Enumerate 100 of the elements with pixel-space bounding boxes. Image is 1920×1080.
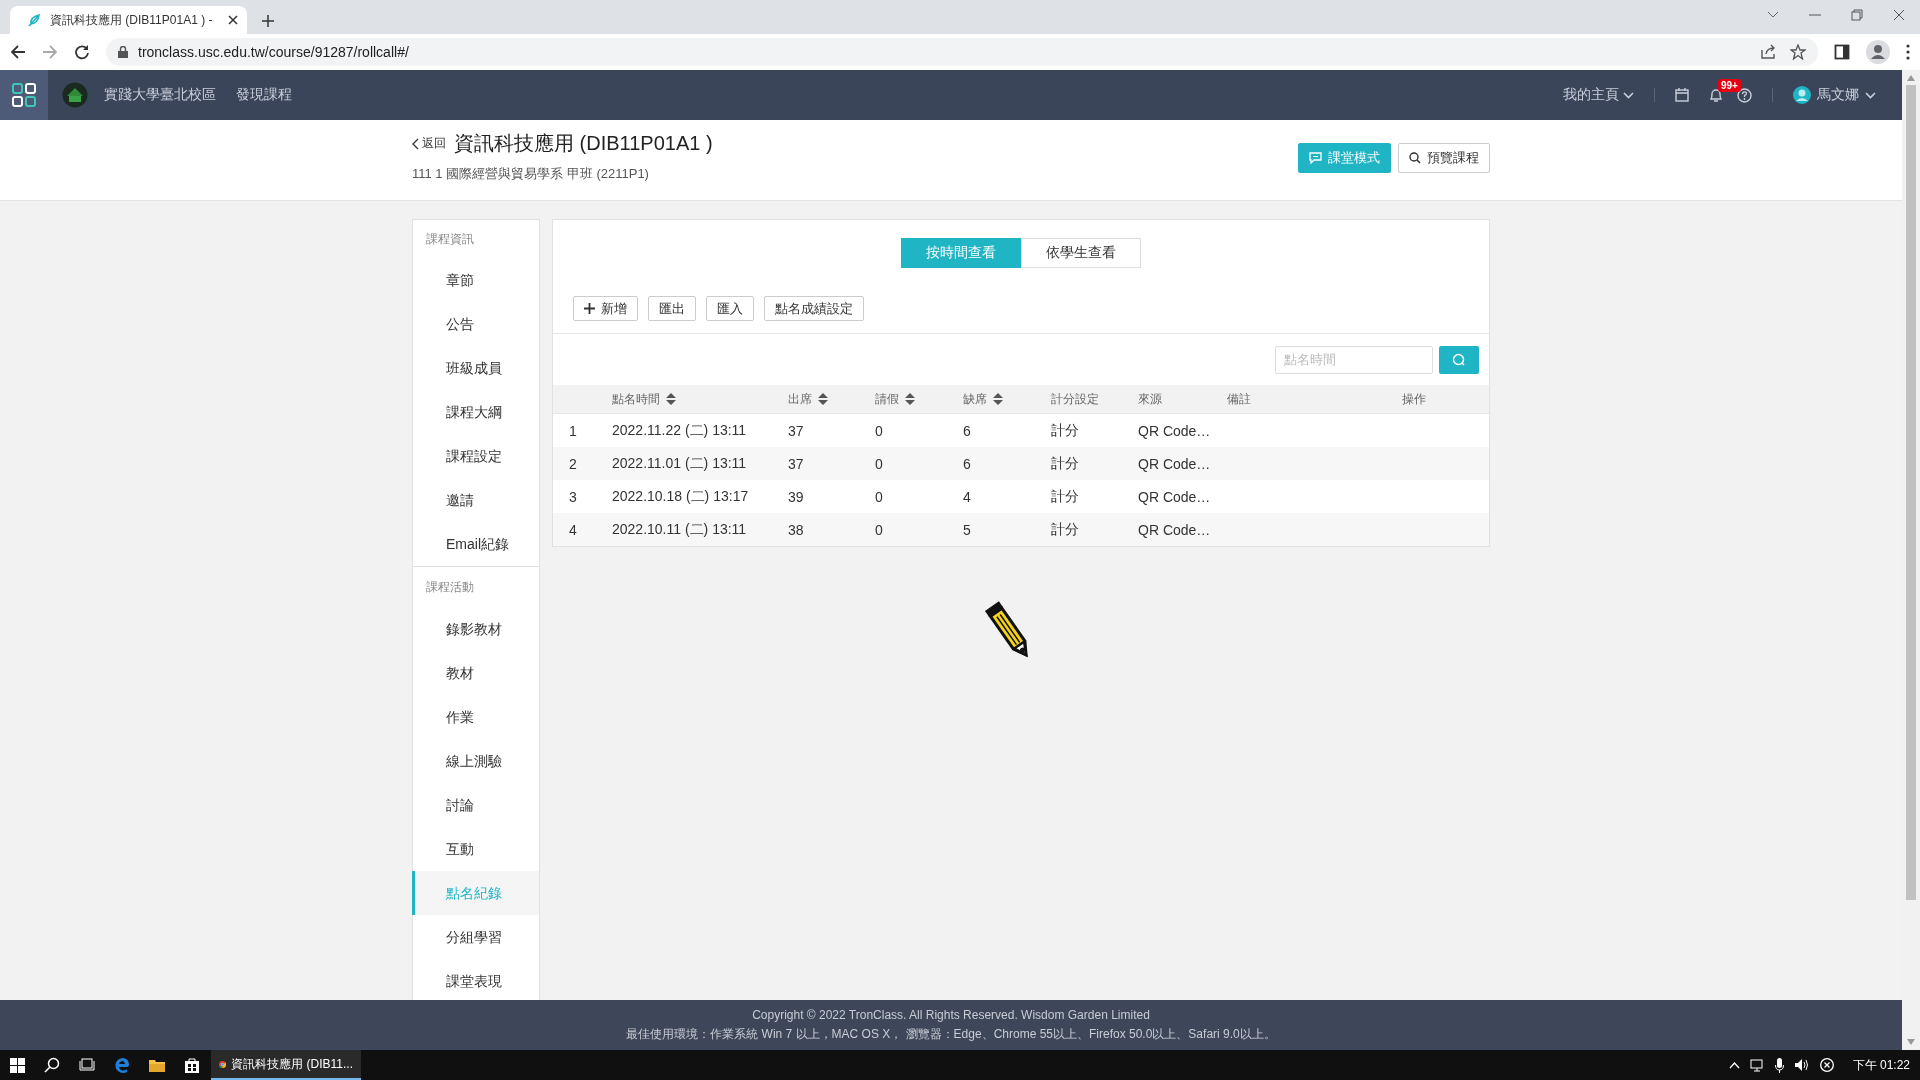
back-arrow-icon[interactable] <box>10 44 26 60</box>
table-cell: 0 <box>875 455 883 472</box>
table-cell: QR Code… <box>1138 455 1211 472</box>
windows-start-icon[interactable] <box>10 1057 25 1073</box>
bell-icon[interactable] <box>1709 87 1723 103</box>
column-header[interactable]: 點名時間 <box>612 390 660 408</box>
row-number: 4 <box>569 521 577 538</box>
nav-link[interactable]: 實踐大學臺北校區 <box>104 86 216 104</box>
edge-icon[interactable] <box>114 1057 130 1073</box>
table-cell: 5 <box>963 521 971 538</box>
sidebar-item[interactable]: 課程設定 <box>412 434 539 478</box>
row-number: 3 <box>569 488 577 505</box>
sidebar-item[interactable]: 課堂表現 <box>412 959 539 1000</box>
speaker-icon[interactable] <box>1793 1058 1810 1072</box>
browser-tab[interactable]: 資訊科技應用 (DIB11P01A1 ) - <box>10 6 247 34</box>
chevron-left-icon <box>412 137 419 150</box>
table-cell: QR Code… <box>1138 422 1211 439</box>
sidebar-item[interactable]: 公告 <box>412 302 539 346</box>
close-icon[interactable] <box>1893 9 1905 21</box>
sort-icon[interactable] <box>993 393 1003 405</box>
home-menu[interactable]: 我的主頁 <box>1563 86 1634 104</box>
nav-link[interactable]: 發現課程 <box>236 86 292 104</box>
sidebar-item[interactable]: 班級成員 <box>412 346 539 390</box>
folder-icon[interactable] <box>149 1058 165 1072</box>
share-icon[interactable] <box>1760 44 1776 60</box>
table-cell: 計分 <box>1051 421 1079 440</box>
footer-text: 最佳使用環境：作業系統 Win 7 以上，MAC OS X， 瀏覽器：Edge、Chrome 55以上、Firefox 50.0以上、Safari 9.0以上。 <box>626 1025 1276 1043</box>
taskbar-app[interactable]: 資訊科技應用 (DIB11... <box>211 1050 361 1080</box>
sort-icon[interactable] <box>905 393 915 405</box>
help-icon[interactable] <box>1737 87 1752 103</box>
reload-icon[interactable] <box>74 44 90 60</box>
add-button[interactable]: 新增 <box>573 296 638 321</box>
chevron-up-icon[interactable] <box>1728 1061 1740 1069</box>
sidebar-item[interactable]: 作業 <box>412 695 539 739</box>
calendar-icon[interactable] <box>1675 88 1689 102</box>
toolbar-button[interactable]: 匯出 <box>648 296 696 321</box>
search-field[interactable]: 點名時間 <box>1275 345 1433 374</box>
table-cell: 0 <box>875 422 883 439</box>
sort-icon[interactable] <box>666 393 676 405</box>
sidebar-item[interactable]: Email紀錄 <box>412 522 539 566</box>
sidebar-item[interactable]: 互動 <box>412 827 539 871</box>
side-panel-icon[interactable] <box>1834 44 1850 60</box>
toolbar-button[interactable]: 匯入 <box>706 296 754 321</box>
new-tab-icon[interactable] <box>261 14 275 28</box>
chevron-down-icon <box>1865 91 1876 99</box>
sidebar-heading: 課程活動 <box>425 579 475 596</box>
table-cell: 2022.10.18 (二) 13:17 <box>612 487 749 506</box>
sidebar-item[interactable]: 邀請 <box>412 478 539 522</box>
sidebar-item[interactable]: 分組學習 <box>412 915 539 959</box>
network-icon[interactable] <box>1749 1058 1765 1072</box>
url-text: tronclass.usc.edu.tw/course/91287/rollcall#/ <box>138 44 410 60</box>
sidebar-item[interactable]: 錄影教材 <box>412 607 539 651</box>
address-bar[interactable]: tronclass.usc.edu.tw/course/91287/rollcall#/ <box>106 38 1818 66</box>
table-cell: QR Code… <box>1138 488 1211 505</box>
scrollbar-thumb[interactable] <box>1906 85 1916 900</box>
search-icon <box>1409 151 1421 164</box>
back-link[interactable]: 返回 <box>412 135 446 152</box>
table-cell: 37 <box>788 422 804 439</box>
star-icon[interactable] <box>1790 44 1806 60</box>
task-view-icon[interactable] <box>79 1058 95 1072</box>
table-cell: 計分 <box>1051 487 1079 506</box>
view-tab[interactable]: 依學生查看 <box>1021 238 1141 268</box>
apps-button[interactable] <box>0 70 48 120</box>
column-header[interactable]: 缺席 <box>963 390 987 408</box>
close-circle-icon[interactable] <box>1819 1058 1834 1072</box>
table-cell: 計分 <box>1051 520 1079 539</box>
row-number: 1 <box>569 422 577 439</box>
close-icon[interactable] <box>227 14 239 26</box>
table-cell: 2022.11.01 (二) 13:11 <box>612 454 747 473</box>
column-header[interactable]: 出席 <box>788 390 812 408</box>
sidebar-item[interactable]: 線上測驗 <box>412 739 539 783</box>
school-logo-icon[interactable] <box>62 82 88 108</box>
preview-course-button[interactable]: 預覽課程 <box>1398 142 1490 173</box>
course-subtitle: 111 1 國際經營與貿易學系 甲班 (2211P1) <box>412 165 650 183</box>
sidebar-item[interactable]: 教材 <box>412 651 539 695</box>
clock-text: 下午 01:22 <box>1852 1056 1910 1074</box>
sidebar-item[interactable]: 討論 <box>412 783 539 827</box>
footer-text: Copyright © 2022 TronClass. All Rights Reserved. Wisdom Garden Limited <box>752 1007 1150 1022</box>
profile-icon[interactable] <box>1866 40 1890 64</box>
table-cell: 2022.11.22 (二) 13:11 <box>612 421 747 440</box>
toolbar-button[interactable]: 點名成績設定 <box>764 296 864 321</box>
user-menu[interactable]: 馬文娜 <box>1793 86 1876 104</box>
lock-icon <box>118 46 128 58</box>
search-icon[interactable] <box>44 1057 60 1073</box>
chevron-down-icon[interactable] <box>1767 11 1779 19</box>
microphone-icon[interactable] <box>1774 1057 1784 1073</box>
tab-title: 資訊科技應用 (DIB11P01A1 ) - <box>50 11 214 29</box>
shopping-bag-icon[interactable] <box>184 1057 200 1073</box>
restore-icon[interactable] <box>1851 9 1863 21</box>
sidebar-item[interactable]: 課程大綱 <box>412 390 539 434</box>
column-header: 計分設定 <box>1051 390 1099 408</box>
table-cell: 4 <box>963 488 971 505</box>
sidebar-heading: 課程資訊 <box>425 231 475 248</box>
column-header[interactable]: 請假 <box>875 390 899 408</box>
sidebar-item[interactable]: 章節 <box>412 258 539 302</box>
chevron-down-icon <box>1623 91 1634 99</box>
column-header: 操作 <box>1402 390 1426 408</box>
sort-icon[interactable] <box>818 393 828 405</box>
grid-icon <box>12 83 36 107</box>
menu-icon[interactable] <box>1906 44 1910 60</box>
